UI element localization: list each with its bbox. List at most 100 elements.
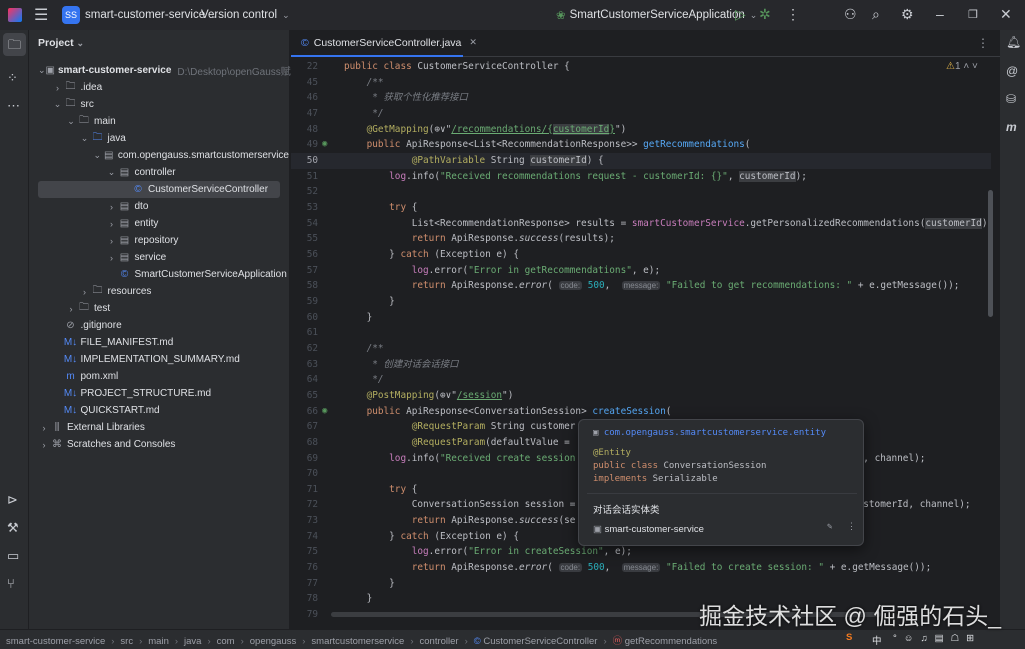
settings-icon[interactable]: ⚙	[901, 6, 914, 23]
code-line[interactable]: 65 @PostMapping(⊕∨"/session")	[291, 388, 991, 404]
line-number[interactable]: 69	[291, 451, 318, 467]
main-menu-icon[interactable]: ☰	[34, 0, 48, 30]
code-line[interactable]: 50 @PathVariable String customerId) {	[291, 152, 991, 169]
code-line[interactable]: 75 log.error("Error in createSession", e…	[291, 544, 991, 560]
debug-icon[interactable]: ✲	[759, 6, 771, 23]
breadcrumb-item[interactable]: smart-customer-service	[6, 636, 105, 647]
code-line[interactable]: 64 */	[291, 372, 991, 388]
more-tools-icon[interactable]: ⋯	[7, 98, 20, 114]
code-line[interactable]: 22 public class CustomerServiceController…	[291, 59, 991, 75]
chevron-right-icon[interactable]: ›	[38, 440, 50, 450]
code-line[interactable]: 63 * 创建对话会话接口	[291, 357, 991, 373]
breadcrumb-item[interactable]: main	[148, 636, 169, 647]
code-line[interactable]: 49 ◉ public ApiResponse<List<Recommendati…	[291, 137, 991, 153]
tree-item[interactable]: ⌄ 🗀︎ src	[29, 96, 289, 113]
run-icon[interactable]: ▷	[735, 6, 746, 23]
endpoint-gutter-icon[interactable]: ◉	[322, 404, 327, 420]
tree-item[interactable]: › ▤ repository	[29, 232, 289, 249]
chevron-down-icon[interactable]: ⌄	[92, 150, 103, 161]
line-number[interactable]: 76	[291, 560, 318, 576]
popup-more-icon[interactable]: ⋮	[847, 522, 856, 532]
endpoint-gutter-icon[interactable]: ◉	[322, 137, 327, 153]
build-icon[interactable]: ⚒	[7, 520, 19, 536]
code-line[interactable]: 52	[291, 184, 991, 200]
tree-item[interactable]: › ▤ service	[29, 249, 289, 266]
line-number[interactable]: 22	[291, 59, 318, 75]
tab-options-icon[interactable]: ⋮	[977, 36, 989, 50]
line-number[interactable]: 47	[291, 106, 318, 122]
notifications-icon[interactable]: 🔔︎	[1006, 35, 1021, 49]
code-line[interactable]: 61	[291, 325, 991, 341]
line-number[interactable]: 78	[291, 591, 318, 607]
tree-item[interactable]: › ▤ dto	[29, 198, 289, 215]
chevron-down-icon[interactable]: ⌄	[52, 99, 64, 110]
add-user-icon[interactable]: ⚇	[844, 6, 857, 23]
more-icon[interactable]: ⋮	[786, 6, 800, 23]
tree-item[interactable]: › ⫼ External Libraries	[29, 419, 289, 436]
line-number[interactable]: 77	[291, 576, 318, 592]
line-number[interactable]: 45	[291, 75, 318, 91]
line-number[interactable]: 61	[291, 325, 318, 341]
close-tab-icon[interactable]: ✕	[469, 37, 477, 48]
vertical-scrollbar[interactable]	[988, 190, 993, 317]
line-number[interactable]: 68	[291, 435, 318, 451]
tree-item[interactable]: › ⌘ Scratches and Consoles	[29, 436, 289, 453]
tree-item[interactable]: ⊘ .gitignore	[29, 317, 289, 334]
line-number[interactable]: 75	[291, 544, 318, 560]
close-icon[interactable]: ✕	[1000, 6, 1012, 23]
line-number[interactable]: 64	[291, 372, 318, 388]
chevron-right-icon[interactable]: ›	[106, 202, 118, 212]
tree-item[interactable]: ⌄ ▣ smart-customer-service D:\Desktop\openG…	[29, 62, 301, 79]
line-number[interactable]: 50	[291, 153, 318, 169]
tree-item[interactable]: › ▤ entity	[29, 215, 289, 232]
chevron-down-icon[interactable]: ⌄	[106, 167, 118, 178]
popup-package[interactable]: ▣ com.opengauss.smartcustomerservice.ent…	[593, 428, 826, 438]
tree-item[interactable]: ⌄ 🗀︎ java	[29, 130, 289, 147]
line-number[interactable]: 48	[291, 122, 318, 138]
breadcrumb-item[interactable]: opengauss	[250, 636, 296, 647]
code-line[interactable]: 57 log.error("Error in getRecommendation…	[291, 263, 991, 279]
tree-item[interactable]: › 🗀︎ test	[29, 300, 289, 317]
tree-item[interactable]: › 🗀︎ .idea	[29, 79, 289, 96]
project-panel-header[interactable]: Project ⌄	[38, 37, 84, 49]
tree-item[interactable]: › 🗀︎ resources	[29, 283, 289, 300]
tree-item[interactable]: m pom.xml	[29, 368, 289, 385]
chevron-right-icon[interactable]: ›	[52, 83, 64, 93]
ai-assistant-icon[interactable]: @	[1006, 64, 1018, 78]
breadcrumb-item[interactable]: java	[184, 636, 201, 647]
tree-item[interactable]: ⌄ ▤ com.opengauss.smartcustomerservice	[29, 147, 289, 164]
chevron-right-icon[interactable]: ›	[106, 219, 118, 229]
edit-source-icon[interactable]: ✎	[827, 522, 832, 532]
code-line[interactable]: 51 log.info("Received recommendations re…	[291, 169, 991, 185]
breadcrumb-item[interactable]: src	[120, 636, 133, 647]
structure-tool-icon[interactable]: ⁘	[7, 70, 18, 86]
chevron-right-icon[interactable]: ›	[65, 304, 77, 314]
line-number[interactable]: 56	[291, 247, 318, 263]
line-number[interactable]: 63	[291, 357, 318, 373]
restore-icon[interactable]: ❐	[968, 8, 978, 21]
prev-issue-icon[interactable]: ˄	[963, 61, 969, 72]
breadcrumb-item[interactable]: smartcustomerservice	[311, 636, 404, 647]
minimize-icon[interactable]: –	[936, 6, 944, 22]
line-number[interactable]: 60	[291, 310, 318, 326]
tree-item[interactable]: © CustomerServiceController	[38, 181, 280, 198]
breadcrumb-item[interactable]: com	[217, 636, 235, 647]
search-icon[interactable]: ⌕	[872, 6, 880, 23]
line-number[interactable]: 59	[291, 294, 318, 310]
services-icon[interactable]: ⊳	[7, 492, 18, 508]
line-number[interactable]: 71	[291, 482, 318, 498]
code-line[interactable]: 56 } catch (Exception e) {	[291, 247, 991, 263]
code-line[interactable]: 58 return ApiResponse.error( code: 500, …	[291, 278, 991, 294]
breadcrumb-item[interactable]: controller	[420, 636, 459, 647]
chevron-down-icon[interactable]: ⌄	[65, 116, 77, 127]
tree-item[interactable]: M↓ FILE_MANIFEST.md	[29, 334, 289, 351]
code-line[interactable]: 76 return ApiResponse.error( code: 500, …	[291, 560, 991, 576]
line-number[interactable]: 79	[291, 607, 318, 623]
code-line[interactable]: 54 List<RecommendationResponse> results …	[291, 216, 991, 232]
code-line[interactable]: 47 */	[291, 106, 991, 122]
tree-item[interactable]: ⌄ ▤ controller	[29, 164, 289, 181]
line-number[interactable]: 73	[291, 513, 318, 529]
line-number[interactable]: 65	[291, 388, 318, 404]
line-number[interactable]: 74	[291, 529, 318, 545]
line-number[interactable]: 57	[291, 263, 318, 279]
